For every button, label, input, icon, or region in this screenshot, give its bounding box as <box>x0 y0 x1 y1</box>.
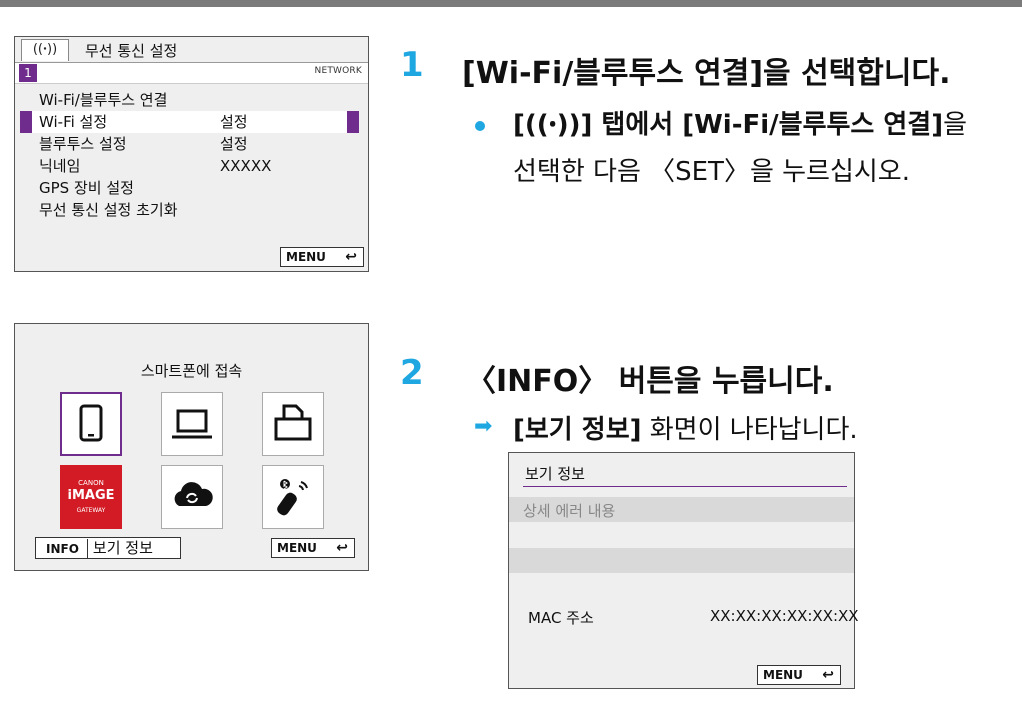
menu-item-label: Wi-Fi 설정 <box>39 113 108 131</box>
menu-item-wifi-settings[interactable]: Wi-Fi 설정 설정 <box>15 111 368 133</box>
menu-item-bluetooth-settings[interactable]: 블루투스 설정 설정 <box>15 133 368 155</box>
step-title: 〈INFO〉 버튼을 누릅니다. <box>466 364 834 399</box>
image-label: iMAGE <box>67 488 115 503</box>
canon-label: CANON <box>78 479 104 487</box>
cloud-tile[interactable] <box>161 465 223 529</box>
menu-reference: [Wi-Fi/블루투스 연결] <box>682 110 944 140</box>
page-bar: 1 NETWORK <box>15 62 368 84</box>
wireless-settings-screen: ((ꞏ)) 무선 통신 설정 1 NETWORK Wi-Fi/블루투스 연결 W… <box>14 36 369 272</box>
screen-reference: [보기 정보] <box>513 415 642 445</box>
menu-item-label: 블루투스 설정 <box>39 135 127 153</box>
smartphone-tile[interactable] <box>60 392 122 456</box>
result-text: 화면이 나타납니다. <box>641 415 858 445</box>
smartphone-icon <box>79 404 103 442</box>
menu-button-label: MENU <box>286 250 326 264</box>
error-detail-label: 상세 에러 내용 <box>523 502 616 520</box>
canon-image-gateway-tile[interactable]: CANON iMAGE GATEWAY <box>60 465 122 529</box>
info-button-label: 보기 정보 <box>92 539 153 557</box>
computer-tile[interactable] <box>161 392 223 456</box>
bullet-dot <box>475 121 485 131</box>
step-result: [보기 정보] 화면이 나타납니다. <box>513 409 858 446</box>
particle: 을 <box>943 110 968 140</box>
bluetooth-remote-icon <box>277 479 308 516</box>
menu-item-label: 닉네임 <box>39 157 81 175</box>
screen-titlebar: ((ꞏ)) 무선 통신 설정 <box>15 37 368 62</box>
screen-title: 스마트폰에 접속 <box>140 362 243 380</box>
return-icon: ↩ <box>822 667 834 683</box>
gateway-label: GATEWAY <box>76 507 106 514</box>
wireless-tab-icon: ((ꞏ)) <box>524 110 581 140</box>
menu-item-value: XXXXX <box>220 157 272 175</box>
menu-button[interactable]: MENU ↩ <box>757 665 841 685</box>
cloud-sync-icon <box>174 482 213 506</box>
menu-item-label: 무선 통신 설정 초기화 <box>39 201 178 219</box>
step-instruction-line2: 선택한 다음 〈SET〉을 누르십시오. <box>513 157 910 187</box>
menu-button[interactable]: MENU ↩ <box>280 247 364 267</box>
view-info-screen: 보기 정보 상세 에러 내용 MAC 주소 XX:XX:XX:XX:XX:XX … <box>508 452 859 689</box>
screen-title: 무선 통신 설정 <box>85 42 178 60</box>
menu-item-nickname[interactable]: 닉네임 XXXXX <box>15 155 368 177</box>
page-number[interactable]: 1 <box>19 64 37 82</box>
arrow-right-icon: ➡ <box>474 414 493 439</box>
printer-icon <box>274 404 312 441</box>
step-instruction-line1: [((ꞏ))] 탭에서 [Wi-Fi/블루투스 연결]을 <box>513 104 967 141</box>
page-label: NETWORK <box>314 66 362 76</box>
return-icon: ↩ <box>336 540 348 556</box>
step-number: 1 <box>400 45 424 85</box>
wireless-tab-icon[interactable]: ((ꞏ)) <box>21 39 69 61</box>
top-rule <box>0 0 1022 7</box>
mac-address-label: MAC 주소 <box>528 609 594 627</box>
bracket-close: ] 탭에서 <box>580 110 683 140</box>
menu-item-reset-wireless[interactable]: 무선 통신 설정 초기화 <box>15 199 368 221</box>
settings-list: Wi-Fi/블루투스 연결 Wi-Fi 설정 설정 블루투스 설정 설정 닉네임… <box>15 89 368 221</box>
menu-button[interactable]: MENU ↩ <box>271 538 355 558</box>
info-key: INFO <box>36 539 88 559</box>
connect-smartphone-screen: 스마트폰에 접속 CANON iMAGE GATEWAY INFO 보기 정보 … <box>14 323 369 571</box>
menu-item-value: 설정 <box>220 113 248 131</box>
mac-address-value: XX:XX:XX:XX:XX:XX <box>710 607 859 625</box>
menu-button-label: MENU <box>277 541 317 555</box>
computer-icon <box>172 409 212 439</box>
bluetooth-remote-tile[interactable] <box>262 465 324 529</box>
title-underline <box>523 486 847 487</box>
printer-tile[interactable] <box>262 392 324 456</box>
screen-title: 보기 정보 <box>525 465 585 483</box>
menu-item-value: 설정 <box>220 135 248 153</box>
bracket-open: [ <box>513 110 525 140</box>
step-title: [Wi-Fi/블루투스 연결]을 선택합니다. <box>462 56 951 91</box>
info-row <box>509 548 854 573</box>
menu-item-label: GPS 장비 설정 <box>39 179 134 197</box>
return-icon: ↩ <box>345 249 357 265</box>
menu-item-label: Wi-Fi/블루투스 연결 <box>39 91 168 109</box>
step-number: 2 <box>400 353 424 393</box>
menu-button-label: MENU <box>763 668 803 682</box>
menu-item-wifi-bluetooth-connect[interactable]: Wi-Fi/블루투스 연결 <box>15 89 368 111</box>
menu-item-gps-settings[interactable]: GPS 장비 설정 <box>15 177 368 199</box>
info-button[interactable]: INFO 보기 정보 <box>35 537 181 559</box>
